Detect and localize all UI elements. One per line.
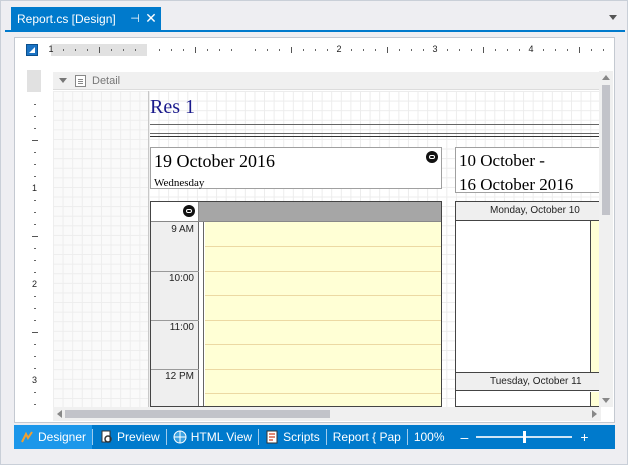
html-view-tab-label: HTML View <box>190 430 253 444</box>
time-label: 11:00 <box>169 322 194 333</box>
close-icon[interactable]: ✕ <box>143 10 159 27</box>
scripts-tab-label: Scripts <box>283 430 320 444</box>
day-view-control[interactable]: 9 AM 10:00 11:00 12 PM <box>150 201 442 407</box>
week-header-start: 10 October - <box>459 151 545 170</box>
document-tab-strip: Report.cs [Design] ⊣ ✕ <box>5 7 625 32</box>
ruler-label: 1 <box>48 44 54 54</box>
scroll-right-icon[interactable] <box>592 410 597 418</box>
page-left-margin <box>53 91 149 407</box>
day-header-weekday: Wednesday <box>154 177 205 189</box>
band-icon <box>75 74 86 87</box>
week-day-cell <box>456 392 601 406</box>
zoom-slider-thumb[interactable] <box>523 431 527 443</box>
designer-tab[interactable]: Designer <box>14 425 93 449</box>
link-icon[interactable] <box>183 205 195 217</box>
report-page-settings[interactable]: Report { Pap <box>327 425 407 449</box>
design-surface: 1 2 3 4 1 2 3 Detail Res 1 19 October 20… <box>14 37 615 423</box>
html-view-icon <box>173 430 187 444</box>
scroll-left-icon[interactable] <box>57 410 62 418</box>
zoom-slider[interactable] <box>476 431 573 443</box>
scripts-tab[interactable]: Scripts <box>259 425 326 449</box>
report-canvas[interactable]: Res 1 19 October 2016 Wednesday 10 Octob… <box>53 91 601 407</box>
scripts-icon <box>266 430 278 444</box>
report-designer-window: Report.cs [Design] ⊣ ✕ 1 2 3 4 1 2 3 Det… <box>0 0 628 465</box>
horizontal-scroll-thumb[interactable] <box>65 410 330 418</box>
horizontal-ruler: 1 2 3 4 <box>48 44 611 56</box>
ruler-top-margin <box>27 70 41 92</box>
divider-line <box>150 133 601 134</box>
band-label: Detail <box>92 74 121 87</box>
zoom-value[interactable]: 100% <box>408 425 451 449</box>
horizontal-scrollbar[interactable] <box>53 407 601 421</box>
preview-tab-label: Preview <box>117 430 160 444</box>
scroll-down-icon[interactable] <box>602 398 610 403</box>
designer-icon <box>21 431 33 443</box>
link-icon[interactable] <box>426 151 438 163</box>
scroll-up-icon[interactable] <box>602 75 610 80</box>
zoom-out-button[interactable]: – <box>461 429 469 445</box>
ruler-label: 2 <box>32 279 38 289</box>
week-view-header-control[interactable]: 10 October - 16 October 2016 <box>455 147 601 194</box>
select-all-corner-button[interactable] <box>26 44 38 56</box>
all-day-gap <box>199 222 204 406</box>
collapse-band-icon[interactable] <box>59 78 67 83</box>
week-day-header: Monday, October 10 <box>456 202 601 221</box>
resource-title-label[interactable]: Res 1 <box>150 96 195 119</box>
day-view-corner <box>151 202 199 222</box>
preview-tab[interactable]: Preview <box>93 425 166 449</box>
day-view-header-control[interactable]: 19 October 2016 Wednesday <box>150 147 442 189</box>
vertical-scroll-thumb[interactable] <box>602 85 610 215</box>
preview-icon <box>101 430 112 443</box>
vertical-scrollbar[interactable] <box>599 71 613 407</box>
time-label: 10:00 <box>168 273 194 284</box>
divider-line <box>150 136 601 137</box>
ruler-label: 1 <box>32 183 38 193</box>
vertical-ruler: 1 2 3 <box>27 70 41 420</box>
ruler-label: 3 <box>32 375 38 385</box>
week-day-cell <box>456 221 601 372</box>
zoom-in-button[interactable]: + <box>580 429 588 445</box>
ruler-label: 4 <box>528 44 534 54</box>
divider-line <box>150 124 601 125</box>
tab-dropdown-icon[interactable] <box>609 15 617 20</box>
time-ruler: 9 AM 10:00 11:00 12 PM <box>151 222 199 406</box>
designer-status-bar: Designer Preview HTML View Scripts Repor… <box>14 425 615 449</box>
ruler-label: 2 <box>336 44 342 54</box>
report-page-label: Report { Pap <box>332 430 401 444</box>
pin-icon[interactable]: ⊣ <box>127 12 143 25</box>
week-header-end: 16 October 2016 <box>459 175 574 194</box>
time-label: 12 PM <box>165 371 194 382</box>
html-view-tab[interactable]: HTML View <box>167 425 258 449</box>
week-day-header: Tuesday, October 11 <box>456 372 601 391</box>
detail-band-header[interactable]: Detail <box>53 72 601 90</box>
designer-tab-label: Designer <box>38 430 87 444</box>
day-view-column-header <box>199 202 441 222</box>
week-view-control[interactable]: Monday, October 10 Tuesday, October 11 <box>455 201 601 407</box>
day-header-date: 19 October 2016 <box>154 151 275 171</box>
time-label: 9 AM <box>171 224 194 235</box>
document-tab-title: Report.cs [Design] <box>17 11 116 26</box>
time-cells <box>205 222 441 406</box>
document-tab[interactable]: Report.cs [Design] ⊣ ✕ <box>11 7 161 30</box>
ruler-label: 3 <box>432 44 438 54</box>
